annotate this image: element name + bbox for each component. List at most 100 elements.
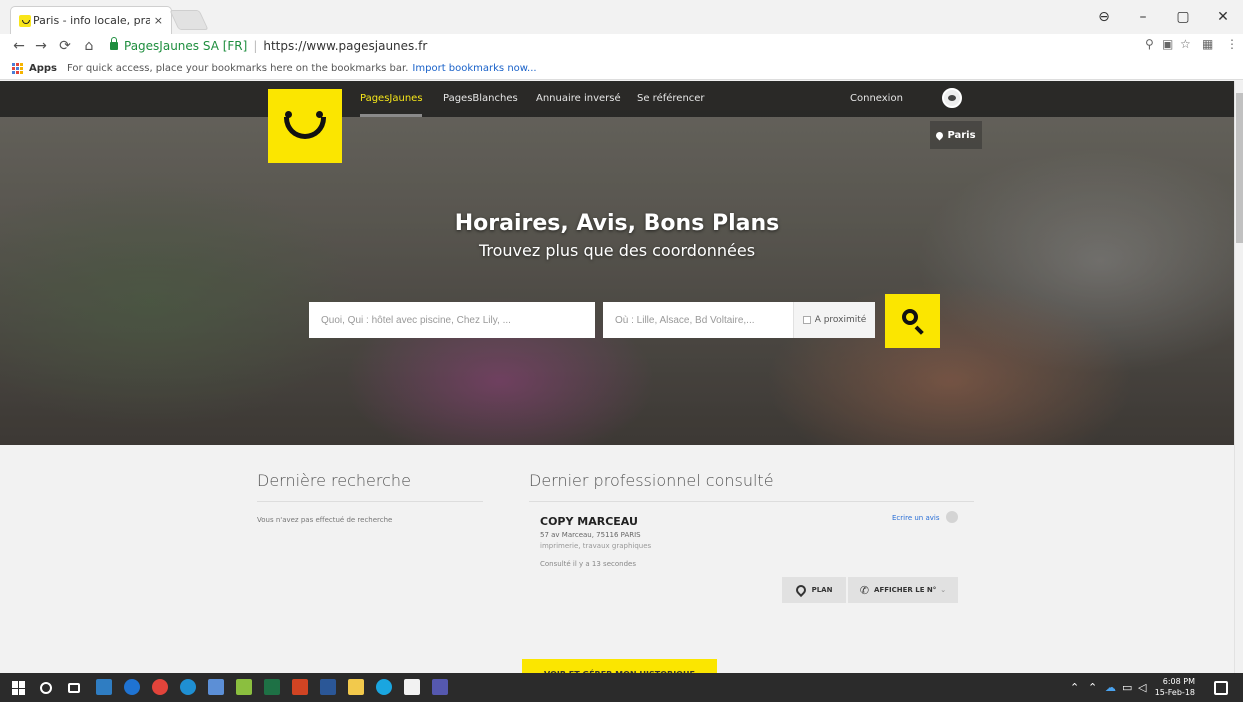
lock-icon — [110, 37, 118, 50]
excel-icon[interactable] — [264, 679, 280, 695]
phone-icon: ✆ — [859, 583, 870, 597]
nav-annuaire-inverse[interactable]: Annuaire inversé — [536, 93, 621, 104]
search-taskbar-icon[interactable] — [40, 682, 52, 694]
history-section: Dernière recherche Vous n'avez pas effec… — [0, 445, 1234, 673]
zoom-icon[interactable]: ⚲ — [1145, 37, 1154, 51]
where-search-input[interactable] — [603, 302, 793, 338]
plan-button[interactable]: PLAN — [782, 577, 846, 603]
browser-tabbar: Paris - info locale, pratiq × ⊖ – ▢ ✕ — [0, 0, 1243, 34]
forward-icon[interactable]: → — [32, 37, 50, 55]
last-pro-divider — [529, 501, 974, 502]
word-icon[interactable] — [320, 679, 336, 695]
pro-address: 57 av Marceau, 75116 PARIS — [540, 531, 641, 539]
nav-pagesjaunes[interactable]: PagesJaunes — [360, 93, 423, 104]
pro-category: imprimerie, travaux graphiques — [540, 542, 652, 550]
proximity-checkbox[interactable]: A proximité — [793, 302, 875, 338]
tab-close-icon[interactable]: × — [154, 14, 163, 27]
plan-label: PLAN — [811, 586, 833, 594]
url-text: https://www.pagesjaunes.fr — [263, 39, 428, 53]
bookmarks-bar: Apps For quick access, place your bookma… — [0, 58, 1243, 80]
import-bookmarks-link[interactable]: Import bookmarks now... — [412, 63, 536, 74]
paint-icon[interactable] — [236, 679, 252, 695]
search-button[interactable] — [885, 294, 940, 348]
last-search-title: Dernière recherche — [257, 471, 411, 490]
edge-icon[interactable] — [124, 679, 140, 695]
omnibox[interactable]: PagesJaunes SA [FR] | https://www.pagesj… — [110, 36, 1120, 56]
translate-icon[interactable]: ▣ — [1162, 37, 1173, 51]
home-icon[interactable]: ⌂ — [80, 37, 98, 55]
tab-title: Paris - info locale, pratiq — [33, 14, 150, 27]
phone-label: AFFICHER LE N° — [874, 586, 937, 594]
apps-grid-icon[interactable] — [12, 63, 23, 74]
what-search-input[interactable] — [309, 302, 595, 338]
last-pro-title: Dernier professionnel consulté — [529, 471, 774, 490]
browser-tab[interactable]: Paris - info locale, pratiq × — [10, 6, 172, 34]
teams-icon[interactable] — [432, 679, 448, 695]
no-search-text: Vous n'avez pas effectué de recherche — [257, 516, 393, 524]
logo-smile — [284, 117, 326, 139]
city-name: Paris — [947, 129, 976, 141]
site-owner: PagesJaunes SA [FR] — [124, 39, 248, 53]
top-navigation: PagesJaunes PagesBlanches Annuaire inver… — [0, 81, 1234, 117]
menu-icon[interactable]: ⋮ — [1226, 37, 1238, 51]
pagesjaunes-logo[interactable] — [268, 89, 342, 163]
maximize-button[interactable]: ▢ — [1168, 0, 1198, 34]
history-button[interactable]: VOIR ET GÉRER MON HISTORIQUE — [522, 659, 717, 673]
checkbox-icon[interactable] — [802, 316, 811, 324]
hero-title: Horaires, Avis, Bons Plans — [454, 211, 780, 236]
address-bar-row: ← → ⟳ ⌂ PagesJaunes SA [FR] | https://ww… — [0, 34, 1243, 58]
ie-icon[interactable] — [180, 679, 196, 695]
pro-name[interactable]: COPY MARCEAU — [540, 515, 638, 528]
show-phone-button[interactable]: ✆ AFFICHER LE N° ⌄ — [848, 577, 958, 603]
chrome-icon[interactable] — [152, 679, 168, 695]
wifi-icon[interactable]: ▭ — [1122, 681, 1132, 694]
close-window-button[interactable]: ✕ — [1208, 0, 1238, 34]
last-search-divider — [257, 501, 483, 502]
onedrive-icon[interactable]: ☁ — [1105, 681, 1116, 694]
app-icon[interactable] — [208, 679, 224, 695]
nav-pagesblanches[interactable]: PagesBlanches — [443, 93, 518, 104]
remove-history-icon[interactable] — [946, 511, 958, 523]
page-scrollbar[interactable] — [1234, 81, 1243, 673]
map-pin-icon — [793, 582, 808, 598]
minimize-button[interactable]: – — [1128, 0, 1158, 34]
new-tab-button[interactable] — [169, 10, 209, 30]
search-icon — [902, 309, 918, 325]
search-icon-handle — [914, 325, 924, 335]
clock-time[interactable]: 6:08 PM — [1150, 677, 1195, 686]
consulted-time: Consulté il y a 13 secondes — [540, 560, 636, 568]
page: PagesJaunes PagesBlanches Annuaire inver… — [0, 81, 1234, 673]
apps-link[interactable]: Apps — [29, 63, 57, 74]
proximity-label: A proximité — [814, 315, 867, 325]
profile-icon[interactable]: ⊖ — [1092, 0, 1116, 34]
file-explorer-icon[interactable] — [348, 679, 364, 695]
tray-chevron-icon[interactable]: ⌃ — [1070, 681, 1079, 694]
city-selector[interactable]: Paris — [930, 121, 982, 149]
scrollbar-thumb[interactable] — [1236, 93, 1243, 243]
network-icon[interactable]: ⌃ — [1088, 681, 1097, 694]
task-view-icon[interactable] — [68, 683, 80, 693]
windows-start-icon[interactable] — [12, 681, 26, 695]
pagesjaunes-favicon-icon — [19, 15, 31, 27]
windows-taskbar: ⌃ ⌃ ☁ ▭ ◁ 6:08 PM 15-Feb-18 — [0, 673, 1243, 702]
hero-overlay — [0, 81, 1234, 445]
clock-date[interactable]: 15-Feb-18 — [1150, 688, 1195, 697]
powerpoint-icon[interactable] — [292, 679, 308, 695]
active-nav-indicator — [360, 114, 422, 117]
back-icon[interactable]: ← — [10, 37, 28, 55]
user-avatar-icon[interactable] — [942, 88, 962, 108]
extension-icon[interactable]: ▦ — [1202, 37, 1213, 51]
nav-se-referencer[interactable]: Se référencer — [637, 93, 705, 104]
skype-icon[interactable] — [376, 679, 392, 695]
omnibox-separator: | — [253, 39, 258, 53]
location-pin-icon — [934, 130, 945, 140]
login-link[interactable]: Connexion — [850, 93, 903, 104]
write-review-link[interactable]: Ecrire un avis — [892, 514, 939, 522]
hero-banner: PagesJaunes PagesBlanches Annuaire inver… — [0, 81, 1234, 445]
outlook-icon[interactable] — [96, 679, 112, 695]
store-icon[interactable] — [404, 679, 420, 695]
volume-icon[interactable]: ◁ — [1138, 681, 1146, 694]
reload-icon[interactable]: ⟳ — [56, 37, 74, 55]
notifications-icon[interactable] — [1214, 681, 1228, 695]
bookmark-star-icon[interactable]: ☆ — [1180, 37, 1191, 51]
